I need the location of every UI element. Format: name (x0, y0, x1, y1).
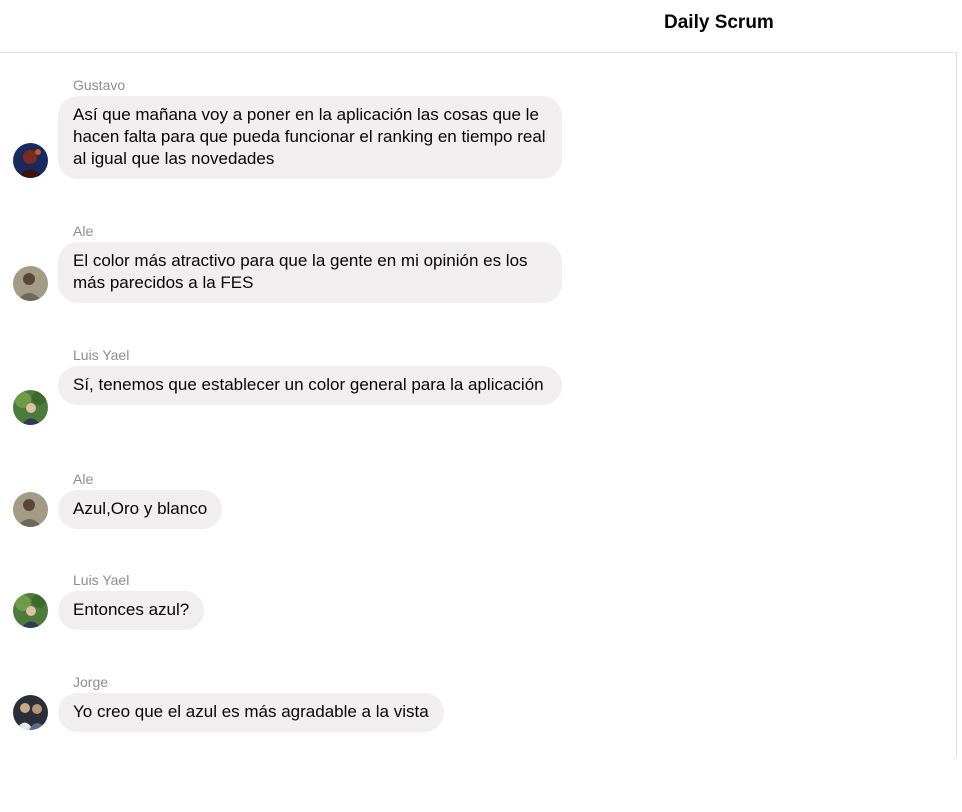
avatar-luis-yael-icon[interactable] (13, 390, 48, 425)
message-bubble[interactable]: Sí, tenemos que establecer un color gene… (58, 366, 562, 405)
message-bubble[interactable]: El color más atractivo para que la gente… (58, 242, 562, 303)
avatar-gustavo-icon[interactable] (13, 143, 48, 178)
sender-name: Luis Yael (73, 572, 130, 588)
avatar-jorge-icon[interactable] (13, 695, 48, 730)
avatar-ale-icon[interactable] (13, 492, 48, 527)
message-bubble[interactable]: Azul,Oro y blanco (58, 490, 223, 529)
sender-name: Jorge (73, 674, 109, 690)
sender-name: Ale (73, 471, 94, 487)
right-divider (956, 52, 957, 758)
sender-name: Luis Yael (73, 347, 130, 363)
chat-window: Daily Scrum Gustavo Así que mañana voy a… (0, 0, 962, 812)
sender-name: Ale (73, 223, 94, 239)
avatar-ale-icon[interactable] (13, 266, 48, 301)
message-bubble[interactable]: Entonces azul? (58, 591, 205, 630)
sender-name: Gustavo (73, 77, 126, 93)
message-thread[interactable]: Gustavo Así que mañana voy a poner en la… (0, 53, 956, 812)
message-bubble[interactable]: Yo creo que el azul es más agradable a l… (58, 693, 444, 732)
message-bubble[interactable]: Así que mañana voy a poner en la aplicac… (58, 96, 562, 179)
conversation-title[interactable]: Daily Scrum (664, 12, 774, 34)
avatar-luis-yael-icon[interactable] (13, 593, 48, 628)
chat-header: Daily Scrum (0, 0, 957, 53)
